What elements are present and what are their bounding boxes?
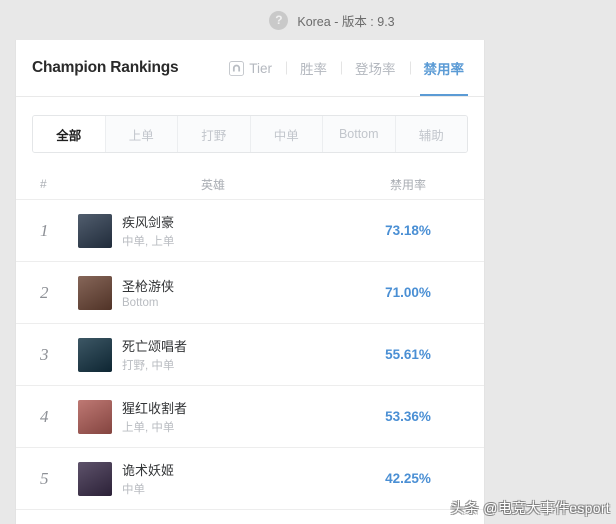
tab-pick-rate-label: 登场率 bbox=[355, 62, 396, 77]
row-rank: 3 bbox=[40, 344, 49, 364]
position-filter-wrap: 全部 上单 打野 中单 Bottom 辅助 bbox=[16, 97, 484, 153]
column-header-champion: 英雄 bbox=[200, 177, 225, 192]
tab-pick-rate[interactable]: 登场率 bbox=[341, 40, 410, 96]
champion-avatar bbox=[78, 461, 112, 496]
table-body: 1 疾风剑豪 中单, 上单 73.18% 2 圣枪游侠 Bottom 71.00… bbox=[16, 199, 484, 510]
table-row[interactable]: 3 死亡颂唱者 打野, 中单 55.61% bbox=[16, 324, 484, 386]
champion-avatar bbox=[78, 337, 112, 372]
row-champion-cell: 死亡颂唱者 打野, 中单 bbox=[78, 336, 348, 373]
filter-top-label: 上单 bbox=[128, 128, 154, 143]
champion-name: 疾风剑豪 bbox=[122, 215, 175, 230]
active-tab-underline bbox=[419, 93, 468, 96]
tab-win-rate[interactable]: 胜率 bbox=[286, 40, 341, 96]
tab-tier-label: Tier bbox=[249, 60, 272, 76]
filter-jungle-label: 打野 bbox=[201, 128, 227, 143]
champion-rankings-card: Champion Rankings Tier 胜率 登场率 禁用率 全部 上单 … bbox=[15, 40, 485, 524]
filter-mid-label: 中单 bbox=[273, 128, 299, 143]
champion-text: 死亡颂唱者 打野, 中单 bbox=[122, 336, 187, 373]
top-bar: ? Korea - 版本 : 9.3 bbox=[0, 0, 616, 40]
region-version-group: ? Korea - 版本 : 9.3 bbox=[269, 10, 395, 30]
question-mark-icon[interactable]: ? bbox=[269, 10, 289, 30]
row-rank: 2 bbox=[40, 282, 49, 302]
row-champion-cell: 圣枪游侠 Bottom bbox=[78, 275, 348, 310]
filter-all[interactable]: 全部 bbox=[33, 116, 106, 152]
champion-name: 圣枪游侠 bbox=[122, 279, 175, 294]
column-header-rank: # bbox=[40, 177, 47, 191]
champion-roles: 中单 bbox=[122, 484, 145, 496]
row-rank: 4 bbox=[40, 406, 49, 426]
table-header-row: # 英雄 禁用率 bbox=[16, 169, 484, 199]
champion-text: 诡术妖姬 中单 bbox=[122, 460, 174, 497]
champion-avatar bbox=[78, 275, 112, 310]
row-ban-rate: 71.00% bbox=[385, 285, 431, 300]
champion-text: 圣枪游侠 Bottom bbox=[122, 276, 174, 309]
card-header: Champion Rankings Tier 胜率 登场率 禁用率 bbox=[16, 40, 484, 97]
champion-name: 死亡颂唱者 bbox=[122, 339, 188, 354]
filter-all-label: 全部 bbox=[56, 128, 82, 143]
row-champion-cell: 猩红收割者 上单, 中单 bbox=[78, 398, 348, 435]
tab-tier[interactable]: Tier bbox=[215, 40, 286, 96]
row-champion-cell: 诡术妖姬 中单 bbox=[78, 460, 348, 497]
champion-roles: 打野, 中单 bbox=[122, 360, 175, 372]
champion-name: 诡术妖姬 bbox=[122, 463, 175, 478]
row-rank: 1 bbox=[40, 220, 49, 240]
champion-avatar bbox=[78, 399, 112, 434]
filter-top[interactable]: 上单 bbox=[105, 116, 178, 152]
page-title: Champion Rankings bbox=[32, 59, 179, 76]
table-row[interactable]: 2 圣枪游侠 Bottom 71.00% bbox=[16, 262, 484, 324]
row-ban-rate: 42.25% bbox=[385, 471, 431, 486]
filter-bottom[interactable]: Bottom bbox=[323, 116, 396, 152]
row-rank: 5 bbox=[40, 468, 49, 488]
tab-ban-rate-label: 禁用率 bbox=[423, 62, 465, 77]
watermark: 头条 @电竞大事件esport bbox=[450, 500, 610, 516]
column-header-ban-rate: 禁用率 bbox=[389, 177, 426, 192]
row-champion-cell: 疾风剑豪 中单, 上单 bbox=[78, 212, 348, 249]
filter-bottom-label: Bottom bbox=[338, 127, 379, 141]
metric-tabs: Tier 胜率 登场率 禁用率 bbox=[215, 40, 484, 96]
champion-text: 疾风剑豪 中单, 上单 bbox=[122, 212, 174, 249]
tab-win-rate-label: 胜率 bbox=[300, 62, 327, 77]
row-ban-rate: 55.61% bbox=[385, 347, 431, 362]
tab-ban-rate[interactable]: 禁用率 bbox=[410, 40, 479, 96]
champion-roles: 中单, 上单 bbox=[122, 236, 175, 248]
tier-helmet-icon bbox=[229, 60, 245, 76]
filter-jungle[interactable]: 打野 bbox=[178, 116, 251, 152]
row-ban-rate: 53.36% bbox=[385, 409, 431, 424]
champion-text: 猩红收割者 上单, 中单 bbox=[122, 398, 187, 435]
position-filters: 全部 上单 打野 中单 Bottom 辅助 bbox=[32, 115, 468, 153]
champion-name: 猩红收割者 bbox=[122, 401, 188, 416]
champion-avatar bbox=[78, 213, 112, 248]
rankings-table: # 英雄 禁用率 1 疾风剑豪 中单, 上单 73.18% 2 圣枪游侠 Bot… bbox=[16, 169, 484, 510]
filter-support[interactable]: 辅助 bbox=[395, 116, 467, 152]
champion-roles: 上单, 中单 bbox=[122, 422, 175, 434]
table-row[interactable]: 5 诡术妖姬 中单 42.25% bbox=[16, 448, 484, 510]
filter-support-label: 辅助 bbox=[418, 128, 444, 143]
champion-roles: Bottom bbox=[122, 297, 159, 309]
region-version-label: Korea - 版本 : 9.3 bbox=[297, 14, 395, 29]
row-ban-rate: 73.18% bbox=[385, 223, 431, 238]
table-row[interactable]: 1 疾风剑豪 中单, 上单 73.18% bbox=[16, 200, 484, 262]
filter-mid[interactable]: 中单 bbox=[250, 116, 323, 152]
table-row[interactable]: 4 猩红收割者 上单, 中单 53.36% bbox=[16, 386, 484, 448]
